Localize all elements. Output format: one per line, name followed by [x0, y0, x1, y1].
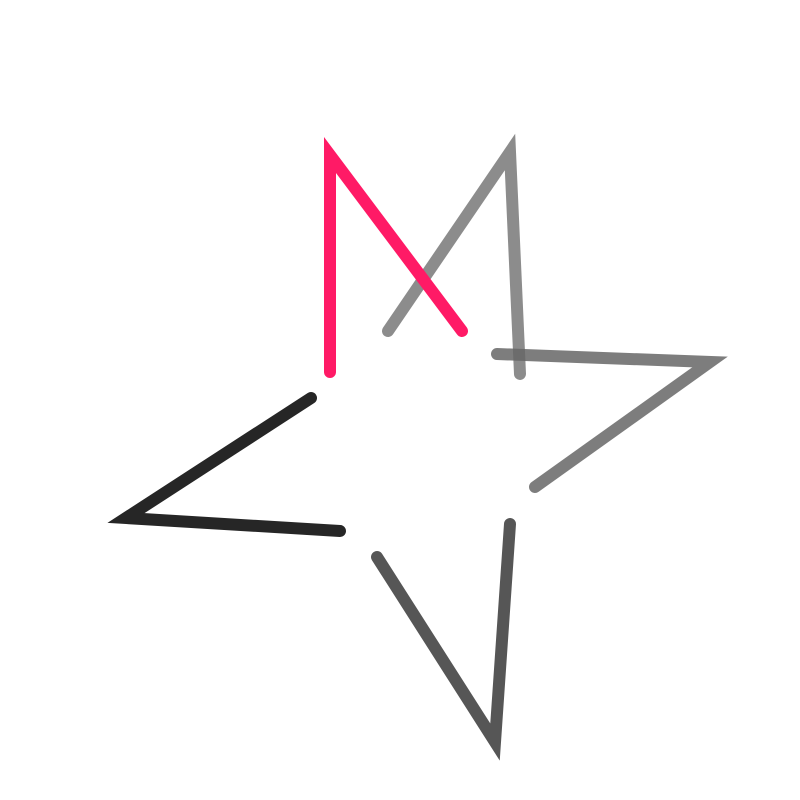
- canvas: [0, 0, 800, 800]
- charcoal-left-point-stroke: [107, 392, 346, 537]
- star-logo: [107, 133, 728, 761]
- gray-bottom-point-stroke: [371, 518, 516, 761]
- gray-right-point-stroke: [491, 348, 728, 493]
- pink-m-stroke: [324, 137, 468, 378]
